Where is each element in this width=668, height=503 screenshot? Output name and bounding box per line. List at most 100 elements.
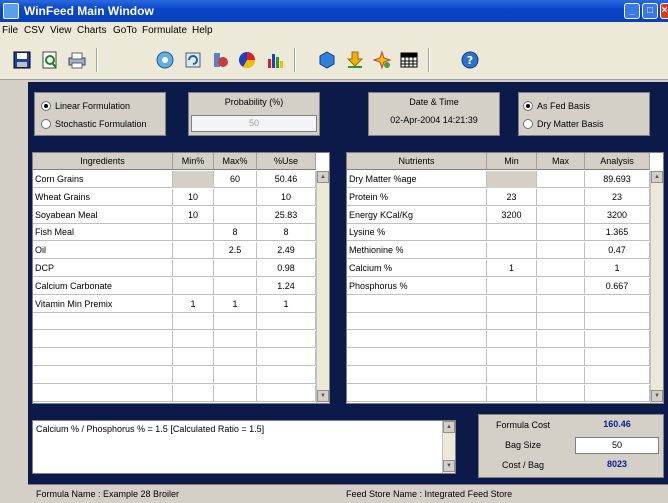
- table-row[interactable]: Oil 2.5 2.49: [33, 242, 316, 260]
- cd-icon[interactable]: [152, 47, 178, 73]
- download-icon[interactable]: [342, 47, 368, 73]
- table-cell[interactable]: [33, 366, 173, 384]
- table-cell[interactable]: 1: [214, 295, 257, 313]
- table-cell[interactable]: Protein %: [347, 188, 487, 206]
- table-cell[interactable]: [487, 224, 537, 242]
- table-cell[interactable]: Corn Grains: [33, 171, 173, 188]
- table-cell[interactable]: [537, 331, 585, 349]
- table-cell[interactable]: [347, 366, 487, 384]
- table-cell[interactable]: [214, 384, 257, 402]
- table-row[interactable]: [33, 366, 316, 384]
- table-cell[interactable]: [585, 384, 650, 402]
- print-preview-icon[interactable]: [37, 47, 63, 73]
- table-cell[interactable]: 2.49: [257, 242, 316, 260]
- table-row[interactable]: Corn Grains 60 50.46: [33, 171, 316, 188]
- table-cell[interactable]: [214, 188, 257, 206]
- table-row[interactable]: [33, 349, 316, 366]
- table-cell[interactable]: Wheat Grains: [33, 188, 173, 206]
- table-cell[interactable]: 23: [487, 188, 537, 206]
- table-cell[interactable]: 0.98: [257, 260, 316, 277]
- table-cell[interactable]: 8: [257, 224, 316, 242]
- scroll-up-icon[interactable]: ▲: [317, 171, 329, 183]
- table-cell[interactable]: [585, 349, 650, 366]
- help-icon[interactable]: ?: [457, 47, 483, 73]
- table-cell[interactable]: [214, 260, 257, 277]
- table-cell[interactable]: [537, 313, 585, 331]
- table-cell[interactable]: [214, 313, 257, 331]
- save-icon[interactable]: [9, 47, 35, 73]
- table-cell[interactable]: Vitamin Min Premix: [33, 295, 173, 313]
- table-cell[interactable]: 2.5: [214, 242, 257, 260]
- table-cell[interactable]: [33, 331, 173, 349]
- menu-formulate[interactable]: Formulate: [142, 25, 187, 36]
- table-cell[interactable]: [257, 349, 316, 366]
- table-cell[interactable]: [537, 277, 585, 295]
- menu-goto[interactable]: GoTo: [113, 25, 137, 36]
- table-cell[interactable]: 1: [585, 260, 650, 277]
- table-cell[interactable]: [537, 295, 585, 313]
- table-cell[interactable]: [487, 171, 537, 188]
- table-cell[interactable]: Fish Meal: [33, 224, 173, 242]
- probability-input[interactable]: 50: [191, 115, 317, 132]
- scroll-down-icon[interactable]: ▼: [443, 460, 455, 472]
- table-cell[interactable]: [487, 384, 537, 402]
- table-cell[interactable]: [173, 313, 214, 331]
- table-cell[interactable]: Dry Matter %age: [347, 171, 487, 188]
- table-row[interactable]: [33, 384, 316, 402]
- table-cell[interactable]: [537, 188, 585, 206]
- table-cell[interactable]: [537, 171, 585, 188]
- bag-size-input[interactable]: 50: [575, 437, 659, 454]
- table-cell[interactable]: 0.47: [585, 242, 650, 260]
- table-cell[interactable]: 1.24: [257, 277, 316, 295]
- table-cell[interactable]: [173, 331, 214, 349]
- table-row[interactable]: Protein % 23 23: [347, 188, 650, 206]
- tools-icon[interactable]: [207, 47, 233, 73]
- table-cell[interactable]: [173, 366, 214, 384]
- table-row[interactable]: Dry Matter %age 89.693: [347, 171, 650, 188]
- minimize-icon[interactable]: _: [624, 3, 640, 19]
- nutrients-scrollbar[interactable]: ▲ ▼: [650, 171, 663, 403]
- table-cell[interactable]: [257, 331, 316, 349]
- table-cell[interactable]: [347, 331, 487, 349]
- table-cell[interactable]: [257, 313, 316, 331]
- stochastic-formulation-radio[interactable]: Stochastic Formulation: [41, 119, 147, 129]
- table-cell[interactable]: [173, 277, 214, 295]
- table-row[interactable]: Calcium Carbonate 1.24: [33, 277, 316, 295]
- menu-charts[interactable]: Charts: [77, 25, 106, 36]
- table-row[interactable]: [33, 313, 316, 331]
- table-cell[interactable]: 10: [257, 188, 316, 206]
- table-cell[interactable]: [585, 313, 650, 331]
- table-cell[interactable]: [487, 313, 537, 331]
- table-cell[interactable]: [347, 313, 487, 331]
- table-cell[interactable]: Energy KCal/Kg: [347, 206, 487, 224]
- table-cell[interactable]: 1: [173, 295, 214, 313]
- table-row[interactable]: [347, 349, 650, 366]
- table-cell[interactable]: [214, 206, 257, 224]
- table-cell[interactable]: Lysine %: [347, 224, 487, 242]
- table-row[interactable]: Energy KCal/Kg 3200 3200: [347, 206, 650, 224]
- scroll-down-icon[interactable]: ▼: [317, 390, 329, 402]
- table-row[interactable]: [347, 313, 650, 331]
- table-cell[interactable]: 50.46: [257, 171, 316, 188]
- close-icon[interactable]: ×: [660, 3, 668, 19]
- table-row[interactable]: Soyabean Meal 10 25.83: [33, 206, 316, 224]
- table-cell[interactable]: [487, 366, 537, 384]
- table-cell[interactable]: [33, 384, 173, 402]
- table-cell[interactable]: [214, 331, 257, 349]
- table-cell[interactable]: [347, 295, 487, 313]
- table-cell[interactable]: [537, 366, 585, 384]
- table-cell[interactable]: [347, 349, 487, 366]
- table-cell[interactable]: [33, 313, 173, 331]
- table-cell[interactable]: [537, 384, 585, 402]
- menu-csv[interactable]: CSV: [24, 25, 45, 36]
- table-cell[interactable]: [487, 277, 537, 295]
- dry-matter-basis-radio[interactable]: Dry Matter Basis: [523, 119, 604, 129]
- scroll-up-icon[interactable]: ▲: [651, 171, 663, 183]
- table-cell[interactable]: [585, 295, 650, 313]
- table-cell[interactable]: 1.365: [585, 224, 650, 242]
- table-cell[interactable]: [537, 206, 585, 224]
- table-cell[interactable]: [173, 260, 214, 277]
- table-row[interactable]: DCP 0.98: [33, 260, 316, 277]
- table-row[interactable]: [347, 366, 650, 384]
- sparkle-icon[interactable]: [369, 47, 395, 73]
